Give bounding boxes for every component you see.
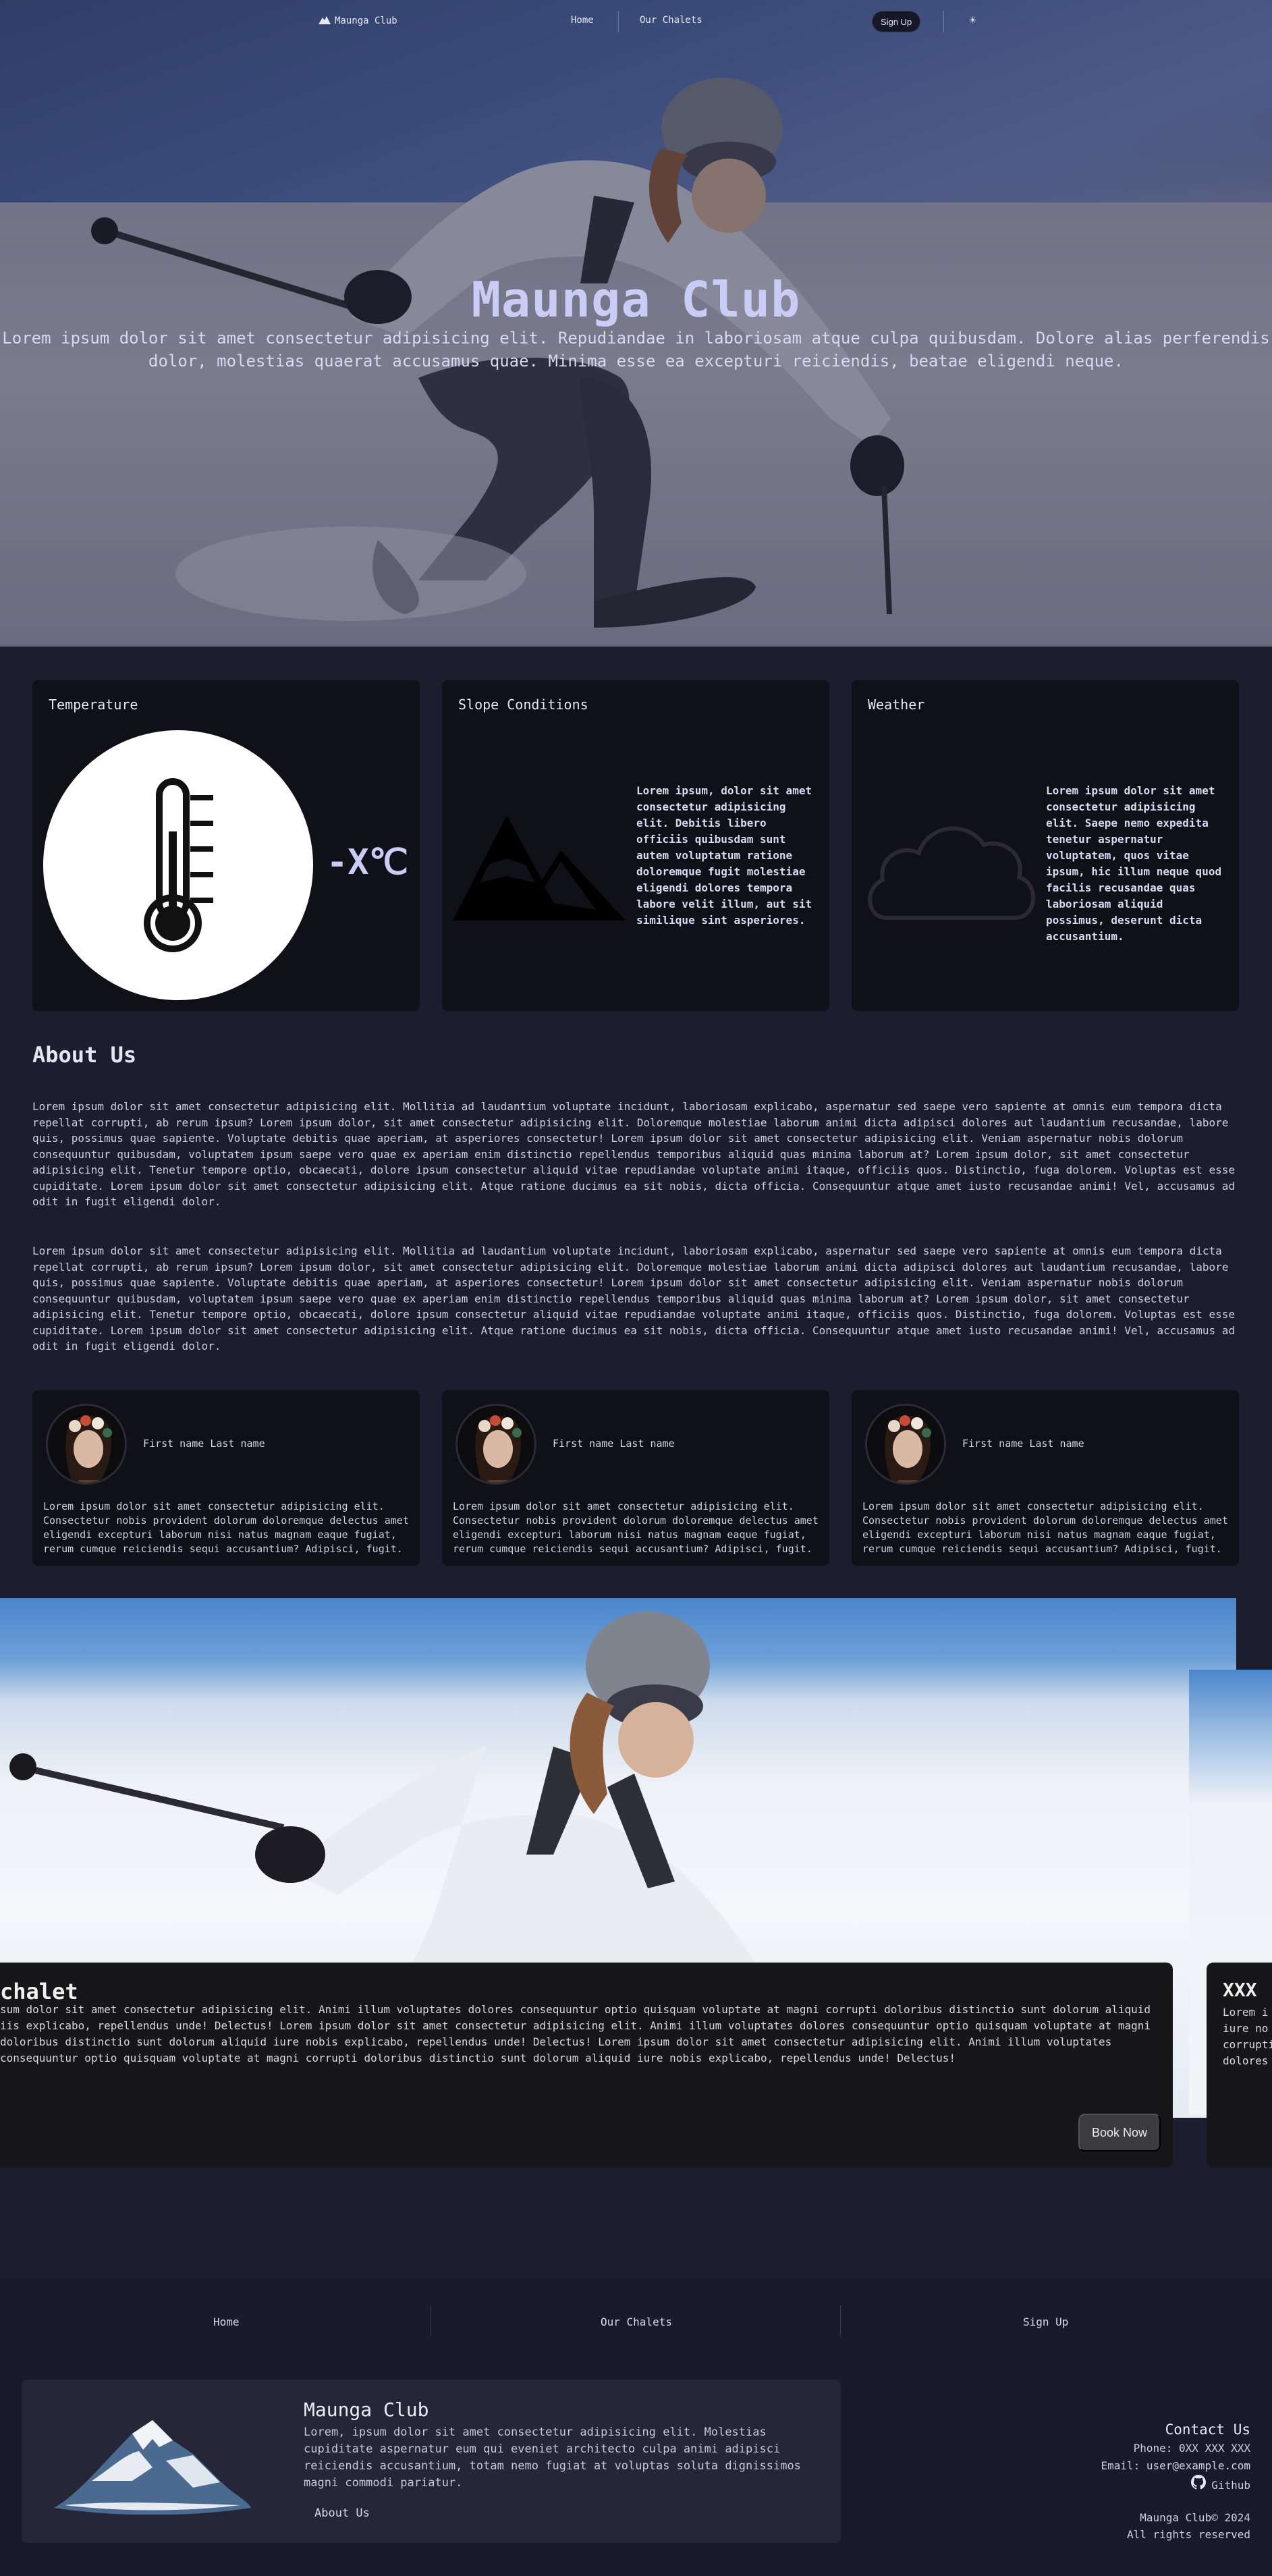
team-member-bio: Lorem ipsum dolor sit amet consectetur a… — [862, 1500, 1228, 1555]
footer-home-link[interactable]: Home — [213, 2315, 240, 2328]
hero-subtitle-line: dolor, molestias quaerat accusamus quae.… — [148, 352, 1124, 371]
chalet-description-line: iure no — [1223, 2022, 1269, 2035]
copyright: Maunga Club© 2024 All rights reserved — [1101, 2509, 1250, 2543]
rights-text: All rights reserved — [1126, 2528, 1250, 2541]
chalet-description-line: Lorem i — [1223, 2006, 1269, 2019]
avatar — [455, 1404, 536, 1485]
about-title: About Us — [32, 1042, 137, 1068]
about-paragraph: Lorem ipsum dolor sit amet consectetur a… — [32, 1100, 1236, 1208]
hero-subtitle-line: Lorem ipsum dolor sit amet consectetur a… — [2, 329, 1270, 348]
team-card: First name Last name Lorem ipsum dolor s… — [32, 1390, 420, 1566]
chalet-description: Lorem i iure no corrupti dolores — [1223, 2004, 1272, 2069]
team-member-name: First name Last name — [553, 1437, 675, 1450]
card-title: Weather — [868, 696, 925, 713]
slope-conditions-card: Slope Conditions Lorem ipsum, dolor sit … — [442, 680, 829, 1011]
footer-chalets-link[interactable]: Our Chalets — [601, 2315, 672, 2328]
chalet-description-line: consequuntur optio quisquam voluptate at… — [0, 2052, 956, 2064]
github-label: Github — [1211, 2478, 1250, 2492]
team-member-name: First name Last name — [962, 1437, 1084, 1450]
nav-signup-button[interactable]: Sign Up — [872, 11, 921, 32]
contact-phone: Phone: 0XX XXX XXX — [1133, 2442, 1250, 2455]
team-card: First name Last name Lorem ipsum dolor s… — [442, 1390, 829, 1566]
thermometer-icon — [43, 730, 313, 1000]
weather-description: Lorem ipsum dolor sit amet consectetur a… — [1046, 784, 1222, 943]
nav-logo[interactable]: Maunga Club — [319, 15, 397, 27]
temperature-card: Temperature -X℃ — [32, 680, 420, 1011]
card-title: Temperature — [49, 696, 138, 713]
hero-subtitle: Lorem ipsum dolor sit amet consectetur a… — [0, 327, 1272, 373]
copyright-text: Maunga Club© 2024 — [1140, 2511, 1250, 2524]
contact-email[interactable]: Email: user@example.com — [1101, 2457, 1250, 2475]
footer-divider — [840, 2306, 841, 2336]
temperature-value: -X℃ — [327, 842, 409, 883]
chalet-description-line: sum dolor sit amet consectetur adipisici… — [0, 2003, 1151, 2016]
chalet-description: sum dolor sit amet consectetur adipisici… — [0, 2002, 1157, 2066]
nav-divider — [618, 11, 619, 32]
weather-card: Weather Lorem ipsum dolor sit amet conse… — [852, 680, 1239, 1011]
team-member-bio: Lorem ipsum dolor sit amet consectetur a… — [453, 1500, 819, 1555]
mountain-logo-icon — [319, 15, 331, 27]
card-title: Slope Conditions — [458, 696, 588, 713]
theme-toggle-sun-icon[interactable]: ☀ — [969, 13, 976, 28]
about-us-link[interactable]: About Us — [304, 2501, 381, 2525]
chalet-card: XXX Lorem i iure no corrupti dolores — [1207, 1963, 1272, 2168]
nav-home-link[interactable]: Home — [571, 15, 594, 26]
team-card: First name Last name Lorem ipsum dolor s… — [852, 1390, 1239, 1566]
footer-signup-link[interactable]: Sign Up — [1023, 2315, 1068, 2328]
avatar — [865, 1404, 946, 1485]
chalet-card: chalet sum dolor sit amet consectetur ad… — [0, 1963, 1173, 2168]
mountain-icon — [453, 815, 626, 921]
contact-block: Contact Us Phone: 0XX XXX XXX Email: use… — [1101, 2419, 1250, 2543]
footer: Home Our Chalets Sign Up Maunga Club Lor… — [0, 2278, 1272, 2576]
team-member-bio: Lorem ipsum dolor sit amet consectetur a… — [43, 1500, 409, 1555]
top-navbar: Maunga Club Home Our Chalets Sign Up ☀ — [0, 0, 1272, 43]
book-now-button[interactable]: Book Now — [1078, 2114, 1161, 2152]
slope-description: Lorem ipsum, dolor sit amet consectetur … — [636, 784, 812, 927]
nav-divider — [943, 11, 944, 32]
contact-title: Contact Us — [1165, 2421, 1250, 2438]
cloud-icon — [868, 826, 1036, 920]
chalet-name: XXX — [1223, 1979, 1257, 2001]
footer-about-card: Maunga Club Lorem, ipsum dolor sit amet … — [22, 2380, 841, 2543]
avatar — [46, 1404, 127, 1485]
chalet-description-line: doloribus distinctio sunt dolorum aliqui… — [0, 2035, 1112, 2048]
nav-logo-text: Maunga Club — [335, 16, 397, 26]
github-link[interactable]: Github — [1101, 2475, 1250, 2496]
nav-chalets-link[interactable]: Our Chalets — [640, 15, 702, 26]
footer-card-text: Lorem, ipsum dolor sit amet consectetur … — [304, 2426, 801, 2490]
team-member-name: First name Last name — [143, 1437, 265, 1450]
hero-title: Maunga Club — [471, 271, 801, 328]
about-paragraph: Lorem ipsum dolor sit amet consectetur a… — [32, 1244, 1236, 1352]
mountain-image — [54, 2420, 251, 2515]
footer-card-title: Maunga Club — [304, 2399, 429, 2421]
chalet-description-line: iis explicabo, repellendus unde! Delectu… — [0, 2019, 1151, 2032]
hero-section: Maunga Club Home Our Chalets Sign Up ☀ M… — [0, 0, 1272, 647]
chalet-description-line: dolores — [1223, 2054, 1269, 2067]
chalet-description-line: corrupti — [1223, 2038, 1272, 2051]
chalet-name: chalet — [0, 1979, 78, 2004]
github-icon — [1191, 2475, 1207, 2496]
